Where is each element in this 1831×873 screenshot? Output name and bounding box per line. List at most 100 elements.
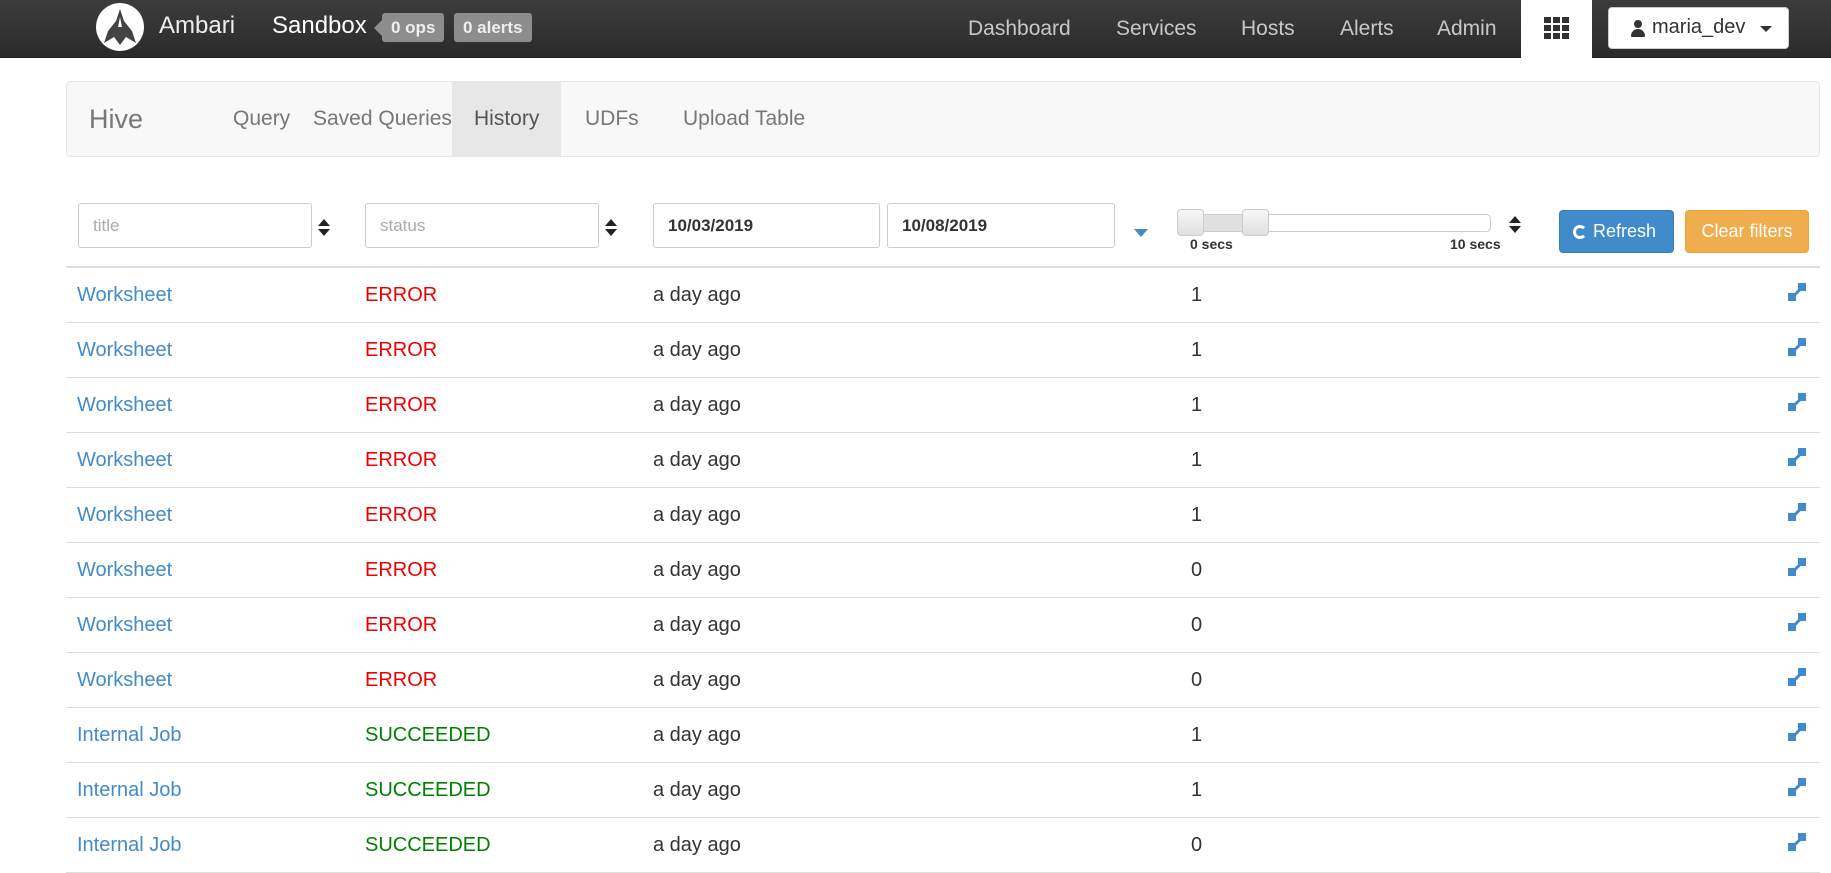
- date-to-input[interactable]: [887, 203, 1115, 248]
- date-value: a day ago: [653, 449, 741, 471]
- date-value: a day ago: [653, 779, 741, 801]
- grid-icon: [1544, 17, 1569, 39]
- title-filter-input[interactable]: [78, 203, 312, 248]
- expand-icon[interactable]: [1788, 283, 1806, 301]
- table-row: Worksheet ERROR a day ago 1: [66, 268, 1820, 323]
- tab-upload-table[interactable]: Upload Table: [661, 82, 827, 156]
- table-row: Worksheet ERROR a day ago 1: [66, 433, 1820, 488]
- expand-icon[interactable]: [1788, 503, 1806, 521]
- cluster-name[interactable]: Sandbox: [272, 12, 367, 40]
- nav-dashboard[interactable]: Dashboard: [968, 17, 1071, 41]
- duration-value: 1: [1191, 284, 1203, 306]
- expand-icon[interactable]: [1788, 833, 1806, 851]
- table-row: Internal Job SUCCEEDED a day ago 1: [66, 763, 1820, 818]
- date-value: a day ago: [653, 559, 741, 581]
- duration-value: 1: [1191, 394, 1203, 416]
- duration-value: 0: [1191, 614, 1203, 636]
- query-title-link[interactable]: Worksheet: [77, 339, 172, 362]
- date-value: a day ago: [653, 284, 741, 306]
- sort-status-icon[interactable]: [605, 219, 617, 237]
- status-value: ERROR: [365, 449, 438, 471]
- expand-icon[interactable]: [1788, 338, 1806, 356]
- status-value: ERROR: [365, 504, 438, 526]
- table-row: Worksheet ERROR a day ago 0: [66, 543, 1820, 598]
- duration-value: 1: [1191, 339, 1203, 361]
- query-title-link[interactable]: Internal Job: [77, 724, 182, 747]
- expand-icon[interactable]: [1788, 448, 1806, 466]
- date-value: a day ago: [653, 614, 741, 636]
- date-value: a day ago: [653, 339, 741, 361]
- date-value: a day ago: [653, 724, 741, 746]
- duration-value: 1: [1191, 724, 1203, 746]
- table-row: Internal Job SUCCEEDED a day ago 1: [66, 708, 1820, 763]
- tab-udfs[interactable]: UDFs: [563, 82, 661, 156]
- history-table: Worksheet ERROR a day ago 1 Worksheet ERROR a …: [66, 266, 1820, 873]
- status-value: ERROR: [365, 559, 438, 581]
- ops-badge[interactable]: 0 ops: [373, 13, 445, 42]
- user-menu-button[interactable]: maria_dev: [1608, 7, 1789, 49]
- expand-icon[interactable]: [1788, 778, 1806, 796]
- expand-icon[interactable]: [1788, 668, 1806, 686]
- duration-value: 0: [1191, 834, 1203, 856]
- top-navbar: Ambari Sandbox 0 ops 0 alerts Dashboard …: [0, 0, 1831, 58]
- duration-value: 1: [1191, 504, 1203, 526]
- app-name[interactable]: Ambari: [159, 12, 235, 40]
- status-filter-input[interactable]: [365, 203, 599, 248]
- status-value: SUCCEEDED: [365, 834, 491, 856]
- duration-value: 0: [1191, 669, 1203, 691]
- date-value: a day ago: [653, 669, 741, 691]
- date-value: a day ago: [653, 504, 741, 526]
- query-title-link[interactable]: Worksheet: [77, 669, 172, 692]
- caret-down-icon: [1760, 26, 1772, 32]
- user-name: maria_dev: [1652, 16, 1746, 38]
- status-value: ERROR: [365, 339, 438, 361]
- query-title-link[interactable]: Worksheet: [77, 449, 172, 472]
- table-row: Worksheet ERROR a day ago 1: [66, 488, 1820, 543]
- duration-min-handle[interactable]: [1177, 209, 1204, 236]
- refresh-label: Refresh: [1593, 221, 1657, 241]
- expand-icon[interactable]: [1788, 723, 1806, 741]
- expand-icon[interactable]: [1788, 558, 1806, 576]
- sort-duration-icon[interactable]: [1509, 216, 1521, 234]
- query-title-link[interactable]: Worksheet: [77, 284, 172, 307]
- query-title-link[interactable]: Worksheet: [77, 614, 172, 637]
- expand-icon[interactable]: [1788, 393, 1806, 411]
- nav-services[interactable]: Services: [1116, 17, 1197, 41]
- sort-date-icon[interactable]: [1134, 229, 1148, 237]
- query-title-link[interactable]: Internal Job: [77, 834, 182, 857]
- date-from-input[interactable]: [653, 203, 880, 248]
- query-title-link[interactable]: Worksheet: [77, 559, 172, 582]
- nav-alerts[interactable]: Alerts: [1340, 17, 1394, 41]
- duration-value: 0: [1191, 559, 1203, 581]
- status-value: ERROR: [365, 394, 438, 416]
- status-value: SUCCEEDED: [365, 724, 491, 746]
- status-value: ERROR: [365, 669, 438, 691]
- duration-value: 1: [1191, 449, 1203, 471]
- clear-filters-button[interactable]: Clear filters: [1685, 210, 1809, 253]
- status-value: ERROR: [365, 614, 438, 636]
- table-row: Worksheet ERROR a day ago 1: [66, 378, 1820, 433]
- date-value: a day ago: [653, 834, 741, 856]
- refresh-icon: [1573, 225, 1587, 239]
- date-value: a day ago: [653, 394, 741, 416]
- ambari-logo-icon[interactable]: [96, 3, 144, 51]
- table-row: Worksheet ERROR a day ago 0: [66, 598, 1820, 653]
- query-title-link[interactable]: Worksheet: [77, 504, 172, 527]
- query-title-link[interactable]: Internal Job: [77, 779, 182, 802]
- query-title-link[interactable]: Worksheet: [77, 394, 172, 417]
- refresh-button[interactable]: Refresh: [1559, 210, 1674, 253]
- tab-saved-queries[interactable]: Saved Queries: [291, 82, 474, 156]
- sort-title-icon[interactable]: [318, 219, 330, 237]
- alerts-badge[interactable]: 0 alerts: [454, 13, 532, 42]
- tab-history[interactable]: History: [452, 82, 562, 156]
- table-row: Internal Job SUCCEEDED a day ago 0: [66, 818, 1820, 873]
- duration-max-handle[interactable]: [1242, 209, 1269, 236]
- nav-hosts[interactable]: Hosts: [1241, 17, 1295, 41]
- nav-admin[interactable]: Admin: [1437, 17, 1497, 41]
- hive-brand[interactable]: Hive: [89, 104, 143, 135]
- views-menu-button[interactable]: [1521, 0, 1592, 58]
- table-row: Worksheet ERROR a day ago 0: [66, 653, 1820, 708]
- duration-max-label: 10 secs: [1450, 236, 1501, 252]
- user-icon: [1631, 20, 1645, 37]
- expand-icon[interactable]: [1788, 613, 1806, 631]
